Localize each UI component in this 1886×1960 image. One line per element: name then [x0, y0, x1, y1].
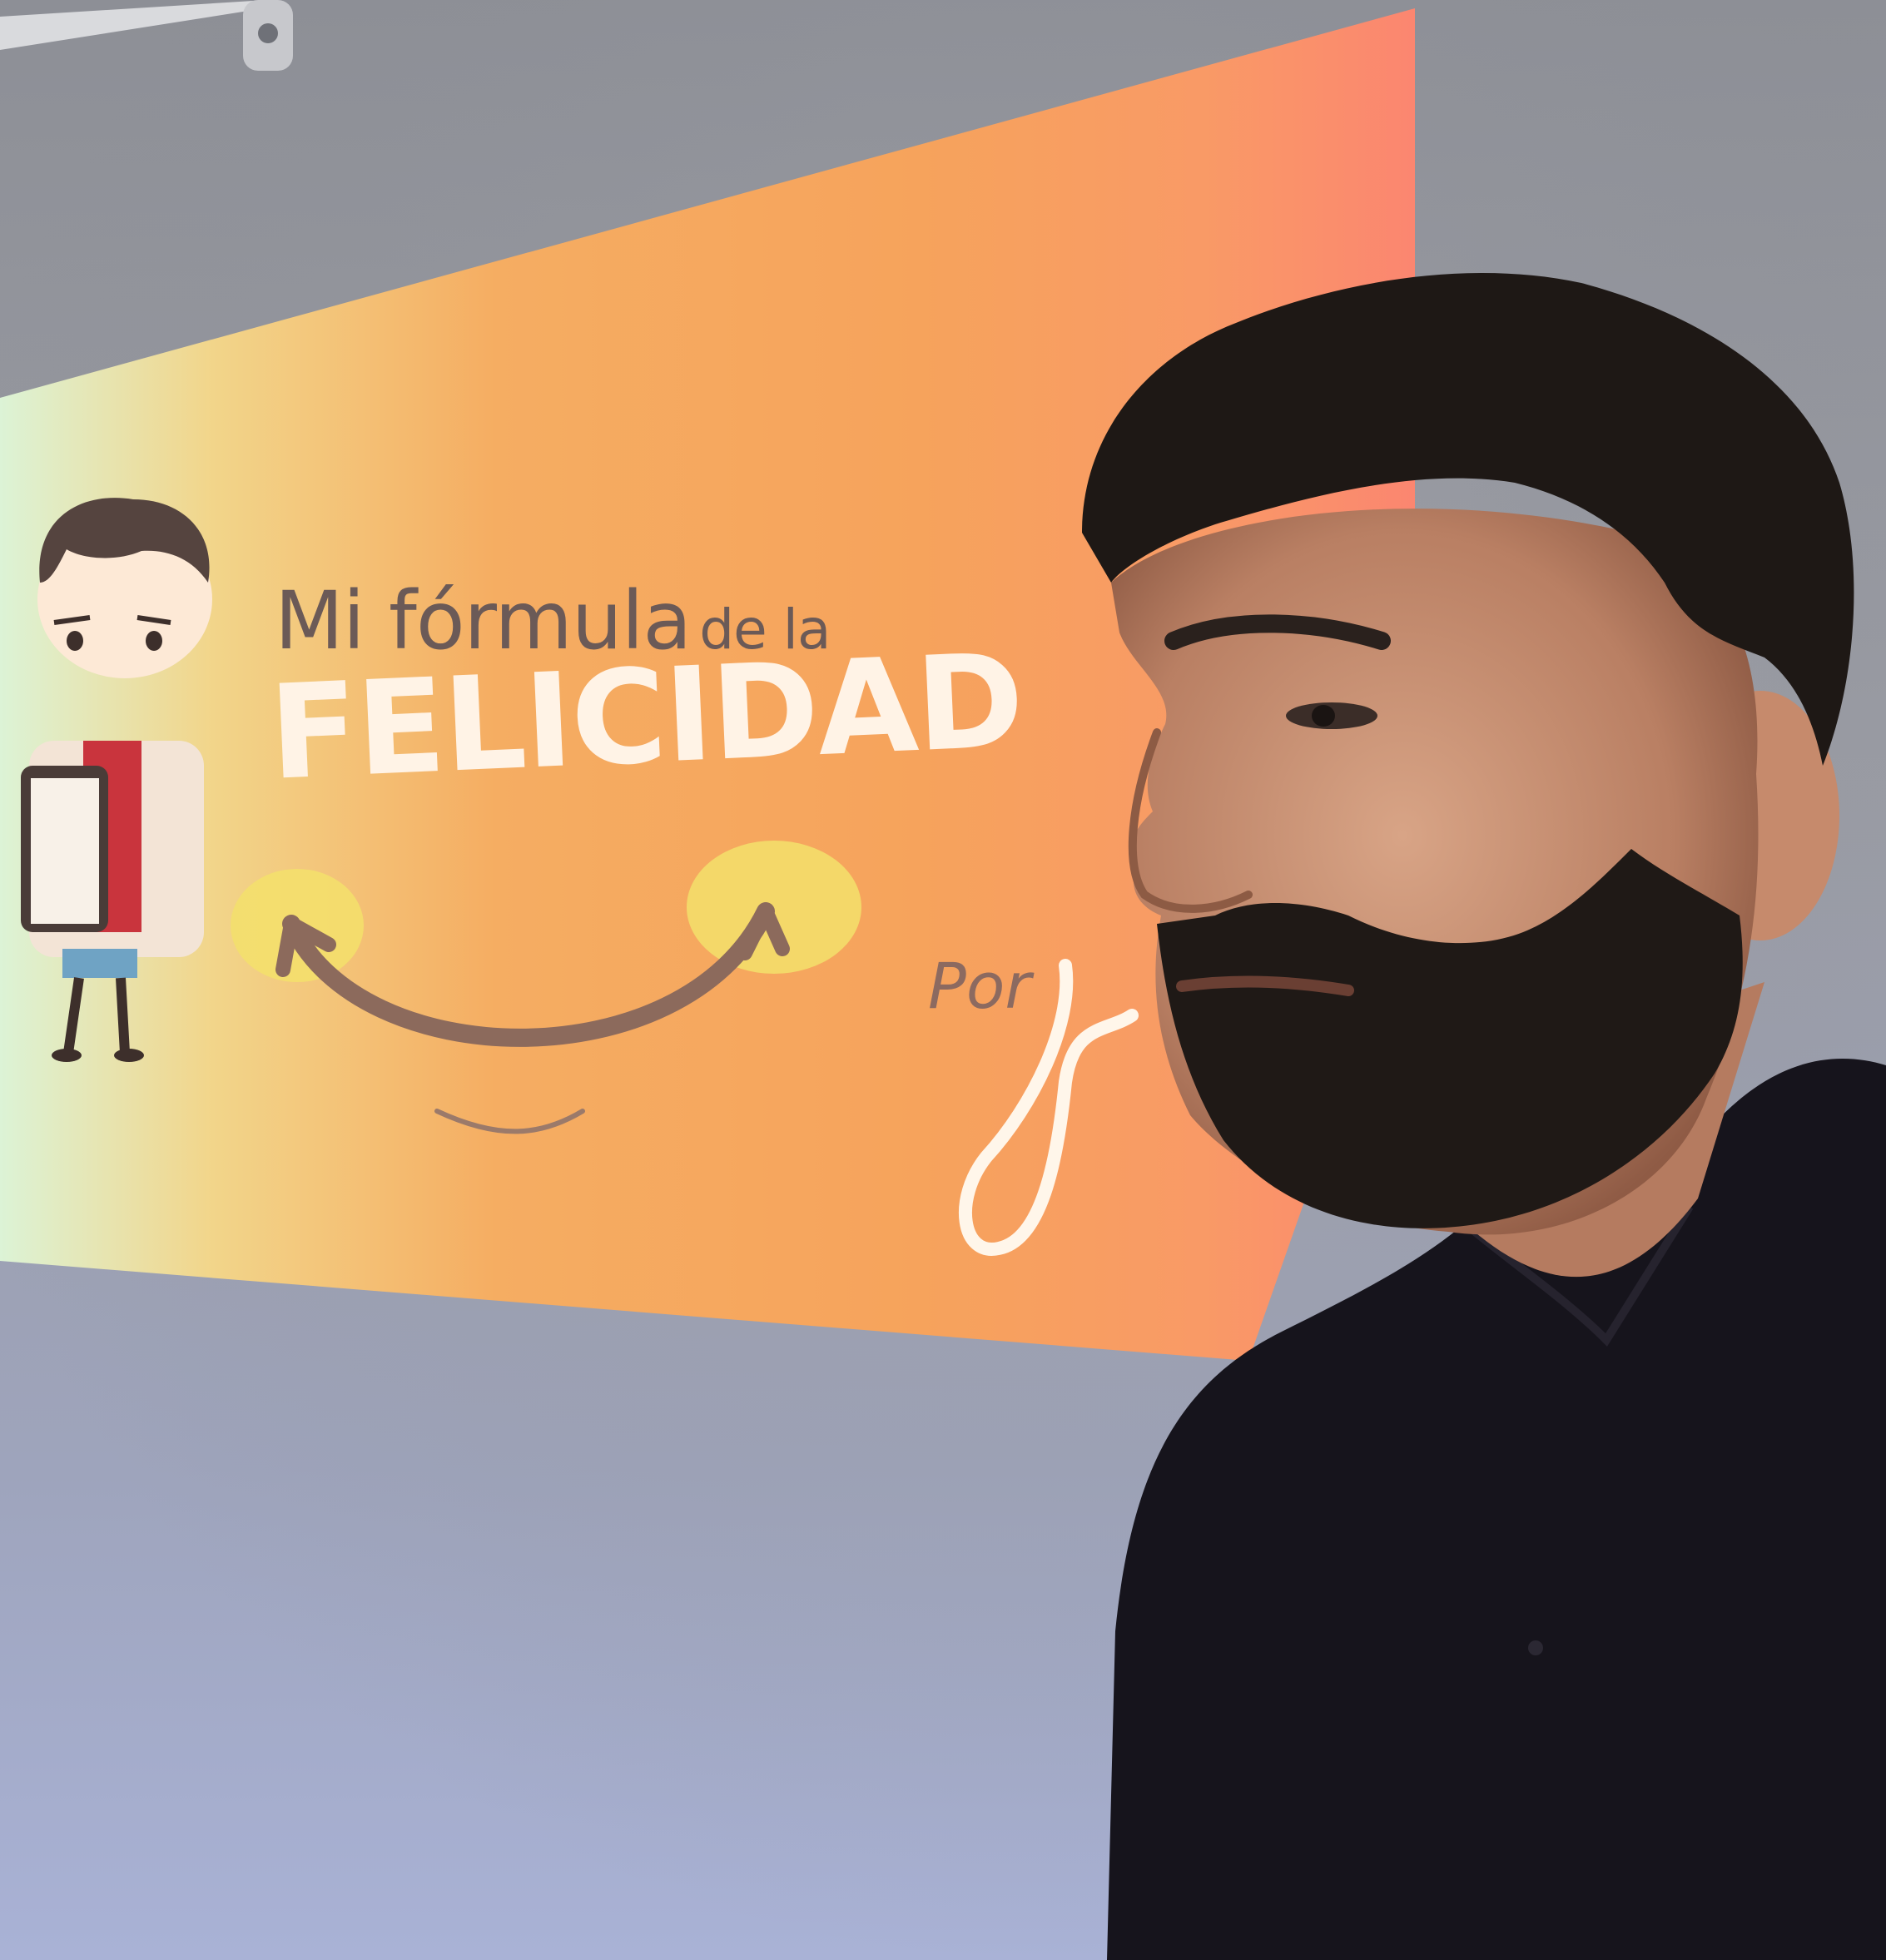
shirt-button [1528, 1640, 1543, 1655]
slide-byline: Por [928, 949, 1031, 1023]
photo-scene: Mi fórmula de la FELICIDAD Por [0, 0, 1886, 1960]
